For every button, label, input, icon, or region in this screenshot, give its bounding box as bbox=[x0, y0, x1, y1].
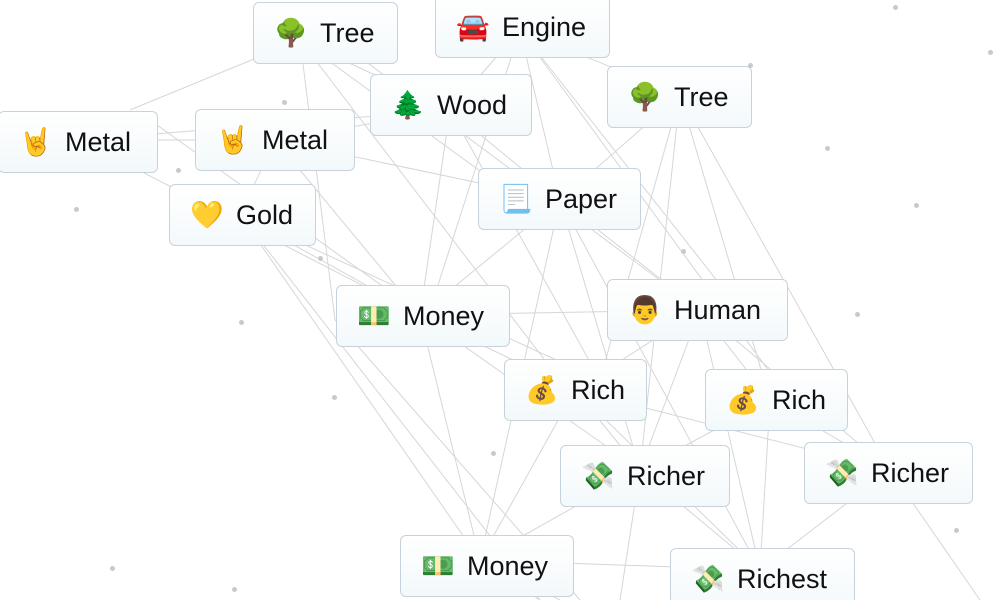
car-icon: 🚘 bbox=[456, 11, 490, 43]
element-engine[interactable]: 🚘 Engine bbox=[435, 0, 610, 58]
background-dot bbox=[110, 566, 115, 571]
background-dot bbox=[893, 5, 898, 10]
money-with-wings-icon: 💸 bbox=[691, 563, 725, 595]
money-with-wings-icon: 💸 bbox=[825, 457, 859, 489]
background-dot bbox=[332, 395, 337, 400]
page-icon: 📃 bbox=[499, 183, 533, 215]
element-richest[interactable]: 💸 Richest bbox=[670, 548, 855, 600]
crafting-canvas[interactable]: 🌳 Tree 🚘 Engine 🌳 Tree 🤘 Metal 🤘 Metal 🌲… bbox=[0, 0, 993, 600]
background-dot bbox=[988, 50, 993, 55]
element-rich[interactable]: 💰 Rich bbox=[705, 369, 848, 431]
element-metal[interactable]: 🤘 Metal bbox=[195, 109, 355, 171]
element-label: Tree bbox=[674, 81, 729, 112]
element-label: Gold bbox=[236, 199, 294, 230]
background-dot bbox=[491, 451, 496, 456]
element-label: Paper bbox=[545, 183, 618, 214]
element-wood[interactable]: 🌲 Wood bbox=[370, 74, 532, 136]
element-richer[interactable]: 💸 Richer bbox=[560, 445, 730, 507]
element-label: Richest bbox=[737, 563, 828, 594]
background-dot bbox=[825, 146, 830, 151]
element-human[interactable]: 👨 Human bbox=[607, 279, 788, 341]
element-label: Tree bbox=[320, 17, 375, 48]
background-dot bbox=[239, 320, 244, 325]
background-dot bbox=[232, 587, 237, 592]
background-dot bbox=[318, 256, 323, 261]
element-metal[interactable]: 🤘 Metal bbox=[0, 111, 158, 173]
element-label: Richer bbox=[627, 460, 706, 491]
background-dot bbox=[176, 168, 181, 173]
element-label: Metal bbox=[65, 126, 132, 157]
background-dot bbox=[914, 203, 919, 208]
element-label: Human bbox=[674, 294, 762, 325]
background-dot bbox=[74, 207, 79, 212]
element-money[interactable]: 💵 Money bbox=[336, 285, 510, 347]
connection-line bbox=[299, 39, 336, 321]
tree-icon: 🌳 bbox=[274, 17, 308, 49]
element-label: Wood bbox=[437, 89, 508, 120]
money-with-wings-icon: 💸 bbox=[581, 460, 615, 492]
rock-hand-icon: 🤘 bbox=[19, 126, 53, 158]
evergreen-tree-icon: 🌲 bbox=[391, 89, 425, 121]
element-rich[interactable]: 💰 Rich bbox=[504, 359, 647, 421]
element-gold[interactable]: 💛 Gold bbox=[169, 184, 316, 246]
element-paper[interactable]: 📃 Paper bbox=[478, 168, 641, 230]
background-dot bbox=[282, 100, 287, 105]
rock-hand-icon: 🤘 bbox=[216, 124, 250, 156]
element-label: Engine bbox=[502, 11, 587, 42]
dollar-banknote-icon: 💵 bbox=[421, 550, 455, 582]
element-tree[interactable]: 🌳 Tree bbox=[253, 2, 398, 64]
man-icon: 👨 bbox=[628, 294, 662, 326]
tree-icon: 🌳 bbox=[628, 81, 662, 113]
element-money[interactable]: 💵 Money bbox=[400, 535, 574, 597]
element-label: Richer bbox=[871, 457, 950, 488]
background-dot bbox=[855, 312, 860, 317]
money-bag-icon: 💰 bbox=[525, 374, 559, 406]
money-bag-icon: 💰 bbox=[726, 384, 760, 416]
connection-line bbox=[679, 94, 771, 401]
element-tree[interactable]: 🌳 Tree bbox=[607, 66, 752, 128]
element-label: Metal bbox=[262, 124, 329, 155]
connection-line bbox=[419, 314, 481, 561]
background-dot bbox=[954, 528, 959, 533]
element-label: Money bbox=[467, 550, 549, 581]
element-richer[interactable]: 💸 Richer bbox=[804, 442, 973, 504]
element-label: Rich bbox=[772, 384, 827, 415]
dollar-banknote-icon: 💵 bbox=[357, 300, 391, 332]
element-label: Money bbox=[403, 300, 485, 331]
yellow-heart-icon: 💛 bbox=[190, 199, 224, 231]
background-dot bbox=[681, 249, 686, 254]
element-label: Rich bbox=[571, 374, 626, 405]
